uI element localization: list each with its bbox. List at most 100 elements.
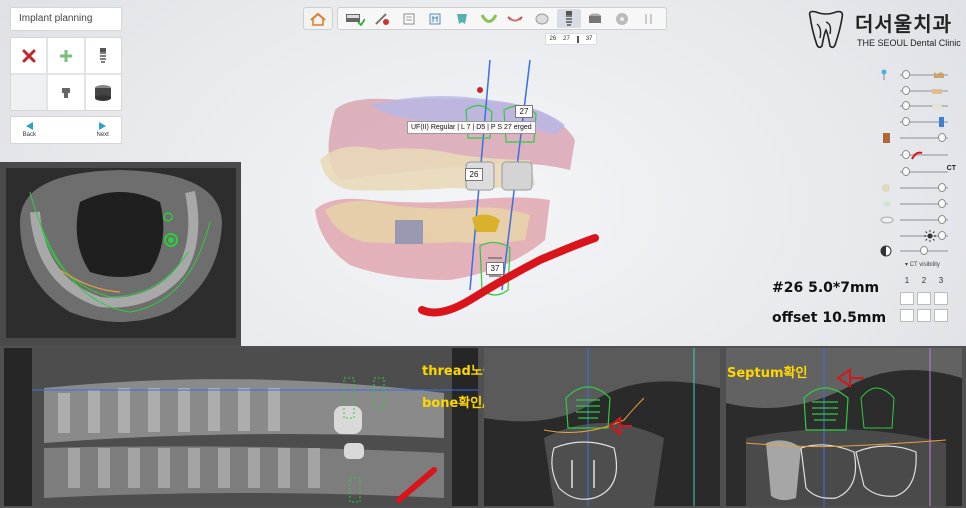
scan-icon bbox=[346, 13, 366, 26]
layer-slider[interactable] bbox=[880, 101, 950, 111]
segment-button[interactable] bbox=[397, 9, 421, 28]
next-button[interactable]: Next bbox=[84, 117, 121, 143]
soft-tissue-icon bbox=[880, 197, 894, 209]
disc-icon bbox=[615, 12, 628, 25]
abutment-icon bbox=[61, 87, 70, 98]
axial-ct-image[interactable] bbox=[0, 162, 241, 346]
empty-tool-slot bbox=[11, 75, 47, 110]
home-button[interactable] bbox=[303, 7, 333, 30]
view-number[interactable]: 3 bbox=[934, 275, 948, 287]
crown-layer-icon bbox=[880, 131, 894, 143]
implant-marker[interactable] bbox=[477, 87, 483, 93]
implant-icon bbox=[565, 10, 572, 26]
arch-icon bbox=[480, 13, 497, 23]
layer-slider[interactable] bbox=[880, 117, 950, 127]
margin-button[interactable] bbox=[503, 9, 527, 28]
clinic-name-korean: 더서울치과 bbox=[855, 14, 952, 36]
contrast-slider[interactable] bbox=[880, 245, 950, 257]
slider-knob[interactable] bbox=[938, 199, 946, 208]
planning-navigation: Back Next bbox=[10, 116, 122, 144]
sleeve-tool-button[interactable] bbox=[85, 75, 121, 110]
clinic-logo-icon bbox=[808, 10, 844, 49]
back-button[interactable]: Back bbox=[11, 117, 48, 143]
layer-slider[interactable] bbox=[880, 133, 950, 143]
tooth-icon bbox=[429, 13, 441, 24]
slider-knob[interactable] bbox=[902, 117, 910, 126]
slider-knob[interactable] bbox=[920, 246, 928, 255]
crown-button[interactable] bbox=[530, 9, 554, 28]
layer-slider[interactable] bbox=[880, 86, 950, 96]
layer-slider[interactable] bbox=[880, 199, 950, 209]
slider-knob[interactable] bbox=[902, 101, 910, 110]
nerve-icon bbox=[910, 148, 924, 160]
planning-tools bbox=[10, 37, 122, 111]
back-arrow-icon bbox=[25, 122, 33, 130]
home-icon bbox=[310, 12, 326, 26]
implant-planning-title: Implant planning bbox=[10, 7, 122, 31]
tooth-button[interactable] bbox=[423, 9, 447, 28]
disc-button[interactable] bbox=[610, 9, 634, 28]
view-thumbnail[interactable] bbox=[934, 309, 948, 322]
tools-button[interactable] bbox=[370, 9, 394, 28]
scan-button[interactable] bbox=[343, 9, 367, 28]
scan-body bbox=[395, 220, 423, 244]
implant-label-26[interactable]: 26 bbox=[465, 168, 483, 181]
implant-mini-icon bbox=[576, 35, 579, 43]
view-thumbnail[interactable] bbox=[900, 292, 914, 305]
layer-slider[interactable] bbox=[880, 215, 950, 225]
tooth-number[interactable]: 37 bbox=[586, 36, 593, 42]
slider-knob[interactable] bbox=[902, 150, 910, 159]
selected-tooth-numbers: 26 27 37 bbox=[545, 33, 597, 45]
ct-slider[interactable]: CT bbox=[880, 165, 956, 177]
shield-icon bbox=[456, 13, 467, 24]
ct-visibility-toggle[interactable]: ▾ CT visibility bbox=[905, 261, 940, 268]
layer-slider[interactable] bbox=[880, 150, 950, 160]
slider-knob[interactable] bbox=[902, 86, 910, 95]
tooth-number[interactable]: 27 bbox=[563, 36, 570, 42]
add-plus-icon bbox=[59, 49, 72, 62]
implant-button[interactable] bbox=[556, 9, 581, 28]
slider-knob[interactable] bbox=[938, 133, 946, 142]
segment-icon bbox=[403, 13, 415, 24]
arch-button[interactable] bbox=[477, 9, 501, 28]
brightness-slider[interactable] bbox=[880, 229, 950, 242]
tooth-number[interactable]: 26 bbox=[549, 36, 556, 42]
abutment-tool-button[interactable] bbox=[48, 75, 84, 110]
shield-button[interactable] bbox=[450, 9, 474, 28]
bone-icon bbox=[880, 181, 894, 193]
implant-info-tooltip: UF(II) Regular | L 7 | D5 | P S 27 erged bbox=[407, 121, 536, 134]
implant-label-37[interactable]: 37 bbox=[486, 262, 504, 275]
model-icon bbox=[932, 68, 946, 80]
delete-button[interactable] bbox=[11, 38, 47, 73]
view-thumbnail[interactable] bbox=[900, 309, 914, 322]
layer-slider[interactable] bbox=[880, 183, 950, 193]
view-number[interactable]: 1 bbox=[900, 275, 914, 287]
3d-viewport[interactable] bbox=[290, 50, 620, 325]
slider-knob[interactable] bbox=[902, 167, 910, 176]
panoramic-view[interactable] bbox=[4, 348, 478, 506]
cross-section-view-1[interactable] bbox=[484, 348, 720, 506]
ct-visibility-label: CT visibility bbox=[909, 262, 940, 268]
implant-label-27[interactable]: 27 bbox=[515, 105, 533, 118]
tools-icon bbox=[375, 12, 389, 25]
sleeve-button[interactable] bbox=[583, 9, 607, 28]
view-thumbnail[interactable] bbox=[934, 292, 948, 305]
pin-icon bbox=[880, 68, 894, 80]
panoramic-image bbox=[4, 348, 478, 506]
septum-annotation: Septum확인 bbox=[727, 366, 808, 381]
slider-knob[interactable] bbox=[938, 183, 946, 192]
multi-button[interactable] bbox=[637, 9, 661, 28]
view-number[interactable]: 2 bbox=[917, 275, 931, 287]
layer-slider[interactable] bbox=[880, 68, 950, 80]
multi-icon bbox=[644, 13, 652, 24]
slider-knob[interactable] bbox=[902, 70, 910, 79]
add-implant-button[interactable] bbox=[48, 38, 84, 73]
view-thumbnail[interactable] bbox=[917, 292, 931, 305]
implant-tool-button[interactable] bbox=[85, 38, 121, 73]
slider-knob[interactable] bbox=[938, 215, 946, 224]
lower-model-icon bbox=[930, 99, 944, 111]
view-thumbnail[interactable] bbox=[917, 309, 931, 322]
slider-knob[interactable] bbox=[938, 231, 946, 240]
sun-icon bbox=[924, 229, 938, 242]
